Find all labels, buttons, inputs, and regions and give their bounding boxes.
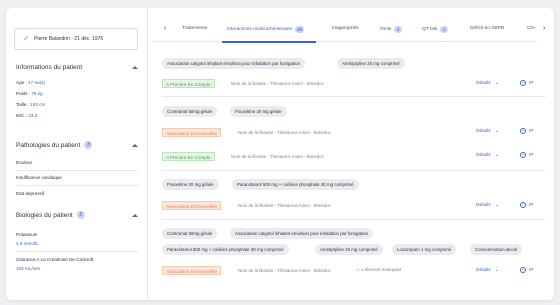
- tab-badge: 2: [440, 26, 449, 33]
- chevron-down-icon: ⌄: [494, 80, 499, 86]
- collapse-caret-icon[interactable]: [132, 213, 138, 217]
- pathologies-count-badge: 3: [84, 141, 93, 149]
- divider: [162, 170, 546, 171]
- plus-circle-icon: +: [520, 80, 526, 86]
- divider: [16, 170, 138, 171]
- biologies-title: Biologies du patient 2: [16, 211, 85, 219]
- plus-circle-icon: +: [520, 267, 526, 273]
- main-panel: ‹ Traitements Interactions médicamenteus…: [152, 8, 554, 300]
- severity-tag: A Prendre En Compte: [162, 79, 215, 88]
- details-button[interactable]: Détails ⌄: [476, 80, 499, 86]
- tab-bar: ‹ Traitements Interactions médicamenteus…: [152, 22, 554, 43]
- bmi-line: IMC : 23.3: [16, 113, 38, 118]
- chevron-right-icon[interactable]: ›: [543, 25, 545, 32]
- severity-tag: A Prendre En Compte: [162, 152, 215, 161]
- tab-scroll-right[interactable]: ›: [538, 22, 554, 42]
- severity-tag: Association Déconseillée: [162, 201, 222, 210]
- biology-name: Clairance A La Créatinine De Cockroft: [16, 257, 94, 262]
- divider: [162, 219, 546, 220]
- drug-chip: Contramal 50mg gélule: [162, 106, 218, 117]
- collapse-caret-icon[interactable]: [132, 143, 138, 147]
- pathology-item: Insuffisance cardiaque: [16, 175, 62, 180]
- chevron-down-icon: ⌄: [494, 267, 499, 273]
- tab-interactions[interactable]: Interactions médicamenteuses 28: [227, 26, 304, 33]
- drug-chip: Paracétamol 500 mg + codéine phosphate 3…: [162, 244, 289, 255]
- divider: [16, 185, 138, 186]
- source-label: Nom de la librairie : Thésaurus Ansm - B…: [231, 154, 324, 159]
- details-button[interactable]: Détails ⌄: [476, 128, 499, 134]
- drug-chip: Association calyptol inhalant émulsion p…: [162, 58, 306, 69]
- drug-chip: Fluoxétine 20 mg gélule: [230, 106, 287, 117]
- tab-inappropries[interactable]: Inappropriés: [332, 26, 359, 31]
- ip-button[interactable]: + IP: [520, 128, 534, 134]
- severity-tag: Association Déconseillée: [162, 266, 222, 275]
- drug-chip: Fluoxétine 20 mg gélule: [162, 179, 219, 190]
- divider: [162, 96, 546, 97]
- chevron-down-icon: ⌄: [494, 202, 499, 208]
- pathology-item: Douleur: [16, 160, 33, 165]
- patient-name-label: Pierre Balandrin - 21 déc. 1976: [34, 36, 104, 42]
- drug-chip: Loxazépam 1 mg comprimé: [392, 244, 457, 255]
- active-tab-indicator: [222, 41, 316, 43]
- drug-chip: Consommation alcool: [470, 244, 523, 255]
- drug-chip: Association calyptol inhalant émulsion p…: [230, 228, 374, 239]
- details-button[interactable]: Détails ⌄: [476, 267, 499, 273]
- pathologies-header[interactable]: Pathologies du patient 3: [16, 141, 138, 149]
- plus-circle-icon: +: [520, 152, 526, 158]
- drug-chip: Paracétamol 500 mg + codéine phosphate 3…: [232, 179, 359, 190]
- weight-line: Poids : 78 kg: [16, 91, 43, 96]
- age-value: 47 an(s): [28, 80, 45, 85]
- pathologies-title: Pathologies du patient 3: [16, 141, 93, 149]
- drug-chip: Contramal 50mg gélule: [162, 228, 218, 239]
- chevron-left-icon[interactable]: ‹: [164, 25, 166, 32]
- divider: [16, 251, 138, 252]
- missing-element-warning: ⚠ 1 élément manquant: [356, 267, 402, 272]
- biology-value: 4.9 mmol/L: [16, 241, 39, 246]
- details-button[interactable]: Détails ⌄: [476, 202, 499, 208]
- plus-circle-icon: +: [520, 128, 526, 134]
- collapse-caret-icon[interactable]: [132, 66, 138, 69]
- source-label: Nom de la librairie : Thésaurus Ansm - B…: [231, 81, 324, 86]
- plus-circle-icon: +: [520, 202, 526, 208]
- drug-chip: Amitriptyline 25 mg comprimé: [337, 58, 405, 69]
- male-gender-icon: ♂: [23, 34, 29, 43]
- tab-omis[interactable]: Omis 4: [380, 26, 403, 33]
- tab-overflow[interactable]: Che: [527, 26, 536, 31]
- drug-chip: Amitriptyline 25 mg comprimé: [315, 244, 383, 255]
- patient-info-title: Informations du patient: [16, 64, 83, 71]
- patient-info-header[interactable]: Informations du patient: [16, 64, 138, 71]
- ip-button[interactable]: + IP: [520, 202, 534, 208]
- tab-badge: 4: [394, 26, 403, 33]
- ip-button[interactable]: + IP: [520, 80, 534, 86]
- age-line: Age : 47 an(s): [16, 80, 45, 85]
- biologies-header[interactable]: Biologies du patient 2: [16, 211, 138, 219]
- height-line: Taille : 183 cm: [16, 102, 46, 107]
- patient-sidebar: ♂ Pierre Balandrin - 21 déc. 1976 Inform…: [6, 8, 148, 300]
- source-label: Nom de la librairie : Thésaurus Ansm - B…: [238, 203, 331, 208]
- severity-tag: Association Déconseillée: [162, 128, 222, 137]
- source-label: Nom de la librairie : Thésaurus Ansm - B…: [238, 130, 331, 135]
- app-frame: ♂ Pierre Balandrin - 21 déc. 1976 Inform…: [6, 8, 554, 300]
- details-button[interactable]: Détails ⌄: [476, 152, 499, 158]
- chevron-down-icon: ⌄: [494, 152, 499, 158]
- biologies-count-badge: 2: [76, 211, 85, 219]
- tab-badge: 28: [295, 26, 304, 33]
- tab-deficit-g6pd[interactable]: Déficit en G6PD: [470, 26, 504, 31]
- height-value: 183 cm: [30, 102, 46, 107]
- patient-card[interactable]: ♂ Pierre Balandrin - 21 déc. 1976: [14, 28, 138, 50]
- ip-button[interactable]: + IP: [520, 152, 534, 158]
- chevron-down-icon: ⌄: [494, 128, 499, 134]
- warning-icon: ⚠: [356, 267, 360, 272]
- tab-traitements[interactable]: Traitements: [182, 26, 207, 31]
- source-label: Nom de la librairie : Thésaurus Ansm - B…: [238, 268, 331, 273]
- biology-value: 105 mL/min: [16, 266, 41, 271]
- bmi-value: 23.3: [28, 113, 38, 118]
- weight-value: 78 kg: [31, 91, 43, 96]
- biology-name: Potassium: [16, 232, 38, 237]
- tab-qt-risk[interactable]: QT risk 2: [422, 26, 449, 33]
- pathology-item: Etat depressif: [16, 191, 45, 196]
- ip-button[interactable]: + IP: [520, 267, 534, 273]
